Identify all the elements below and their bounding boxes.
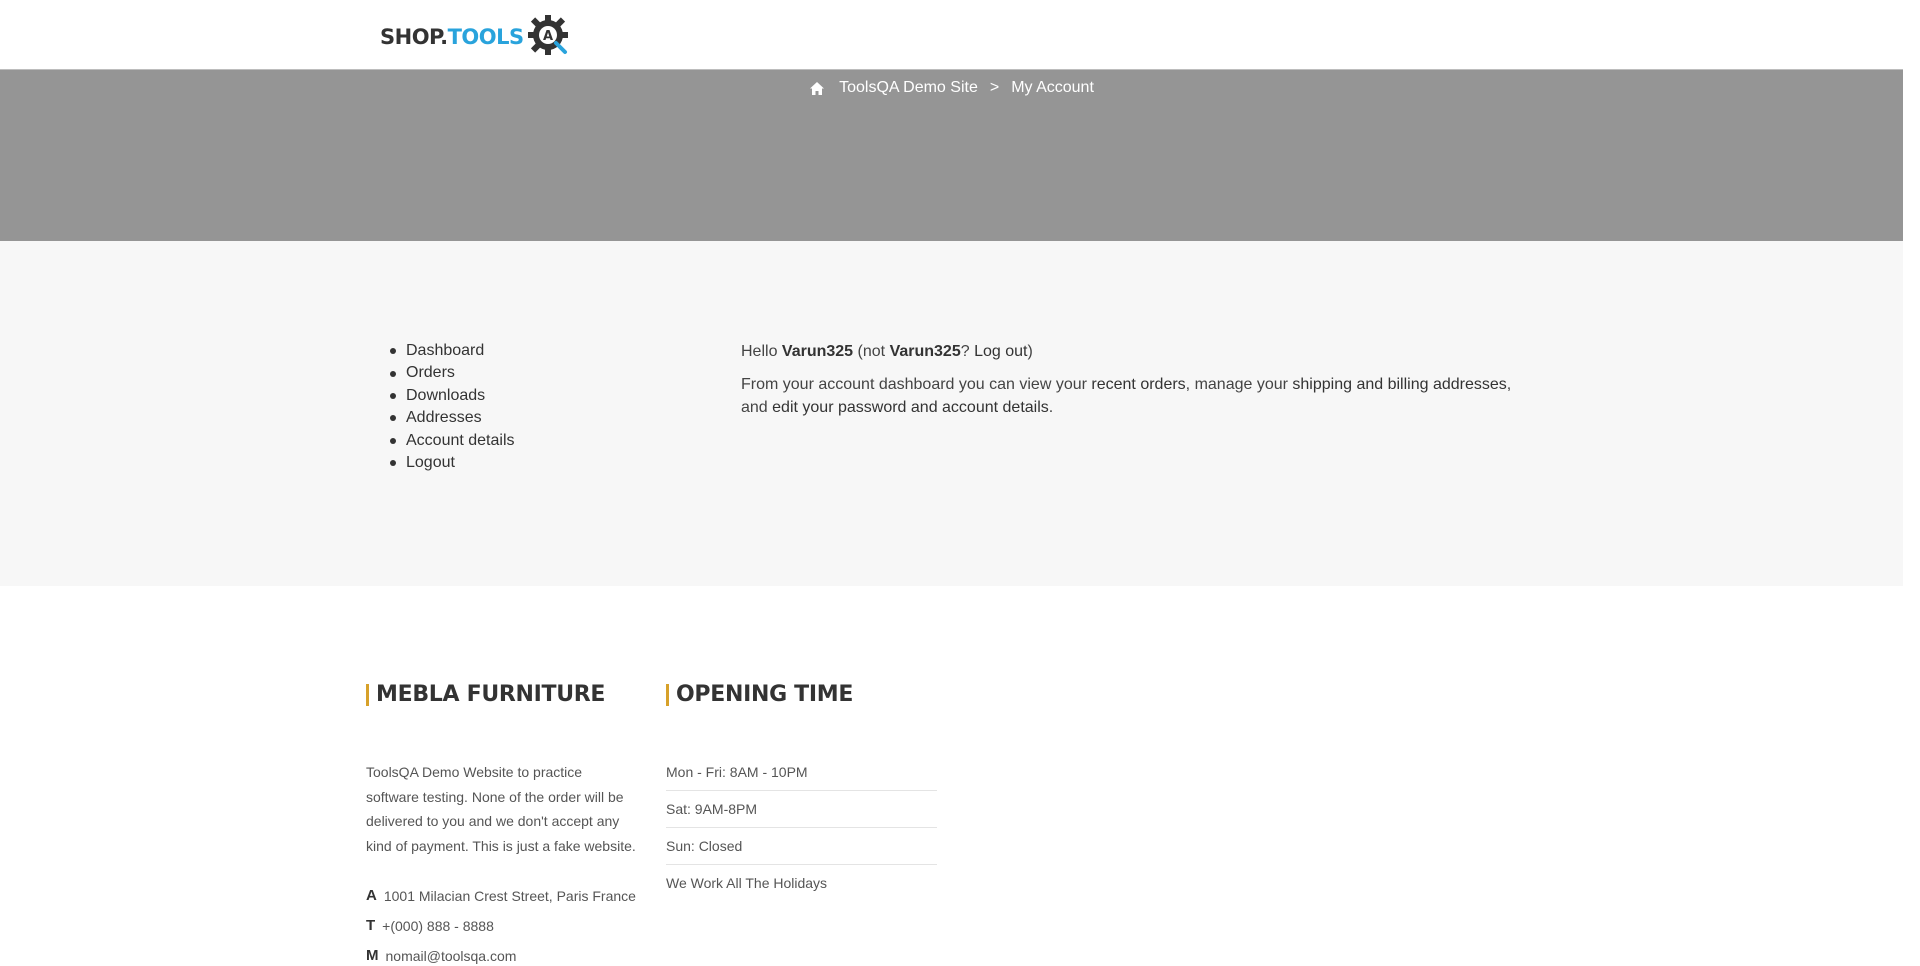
title-accent-bar [666,683,669,706]
logo-text: SHOP.TOOLS [380,25,524,49]
hours-item: We Work All The Holidays [666,875,828,891]
svg-text:A: A [543,29,553,44]
account-nav-link[interactable]: Logout [406,452,455,474]
addresses-link[interactable]: shipping and billing addresses [1292,376,1506,393]
bullet [390,460,396,467]
account-nav-link[interactable]: Downloads [406,385,485,407]
username-repeat: Varun325 [889,343,961,360]
page-banner: ToolsQA Demo Site > My Account [0,70,1903,241]
page-scrollbar[interactable] [1903,0,1920,966]
bullet [390,393,396,400]
bullet [390,370,396,377]
dashboard-intro: From your account dashboard you can view… [741,376,1512,416]
username: Varun325 [781,343,854,360]
bullet [390,437,396,444]
account-nav-link[interactable]: Dashboard [406,340,484,362]
account-nav-link[interactable]: Account details [406,430,515,452]
footer-about-title: MEBLA FURNITURE [366,682,605,707]
hello-message: Hello Varun325 (not Varun325? Log out) [741,343,1033,360]
account-nav-link[interactable]: Orders [406,362,455,384]
breadcrumb-current: My Account [1011,79,1094,96]
bullet [390,348,396,355]
breadcrumb-site-link[interactable]: ToolsQA Demo Site [839,79,978,97]
recent-orders-link[interactable]: recent orders [1091,376,1185,393]
footer-phone: T +(000) 888 - 8888 [366,917,494,934]
account-nav-downloads[interactable]: Downloads [390,385,515,407]
dashboard-content: Hello Varun325 (not Varun325? Log out) F… [741,340,1521,429]
footer-about-text: ToolsQA Demo Website to practice softwar… [366,764,636,854]
footer-email: M nomail@toolsqa.com [366,947,517,964]
bullet [390,415,396,422]
hours-item: Sat: 9AM-8PM [666,791,937,828]
site-footer: MEBLA FURNITURE ToolsQA Demo Website to … [0,586,1903,966]
footer-hours-title: OPENING TIME [666,682,853,707]
account-nav-account-details[interactable]: Account details [390,430,515,452]
account-nav-orders[interactable]: Orders [390,362,515,384]
hours-item: Sun: Closed [666,828,937,865]
account-nav-logout[interactable]: Logout [390,452,515,474]
breadcrumb: ToolsQA Demo Site > My Account [0,79,1903,97]
site-logo[interactable]: SHOP.TOOLS A [380,14,570,60]
gear-qa-icon: A [526,13,570,62]
account-nav-addresses[interactable]: Addresses [390,407,515,429]
logout-link[interactable]: Log out [974,343,1027,360]
account-nav-dashboard[interactable]: Dashboard [390,340,515,362]
account-section: Dashboard Orders Downloads Addresses Acc… [0,241,1903,586]
account-details-link[interactable]: edit your password and account details [772,399,1049,416]
account-navigation: Dashboard Orders Downloads Addresses Acc… [390,340,515,474]
footer-address: A 1001 Milacian Crest Street, Paris Fran… [366,887,636,904]
account-nav-link[interactable]: Addresses [406,407,482,429]
home-icon[interactable] [809,81,825,96]
breadcrumb-separator: > [989,79,1000,96]
opening-hours-list: Mon - Fri: 8AM - 10PM Sat: 9AM-8PM Sun: … [666,754,937,902]
hours-item: Mon - Fri: 8AM - 10PM [666,754,937,791]
title-accent-bar [366,683,369,706]
site-header: SHOP.TOOLS A [0,0,1903,70]
